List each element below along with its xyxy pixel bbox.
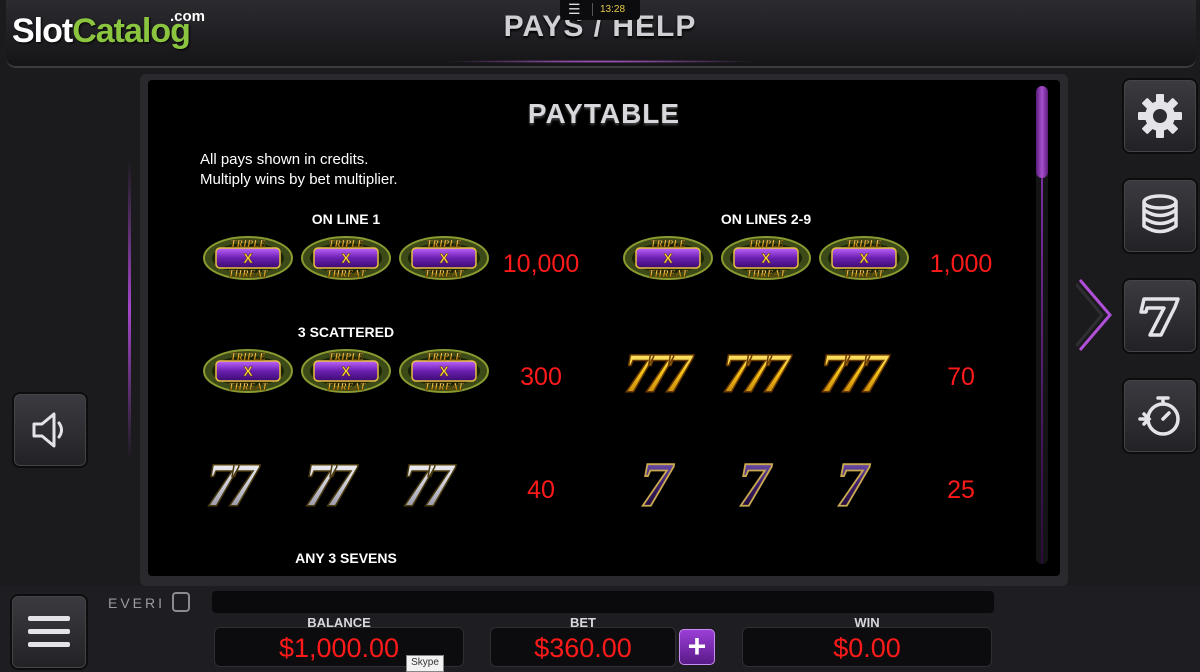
pay-value: 300 [520, 363, 562, 391]
bet-settings-button[interactable] [1122, 178, 1198, 254]
stopwatch-icon [1138, 396, 1180, 436]
paytable-title: PAYTABLE [527, 98, 681, 129]
scrollbar-line [1041, 178, 1043, 564]
purple-seven-symbol [737, 452, 774, 514]
active-tab-arrow-icon [1076, 279, 1112, 351]
system-topbar[interactable]: ☰ 13:28 [560, 0, 640, 20]
purple-seven-symbol [835, 452, 872, 514]
pay-value: 10,000 [502, 250, 580, 278]
left-accent-line [128, 160, 131, 460]
gold-triple-seven-symbol [623, 348, 695, 398]
main-menu-button[interactable] [10, 594, 88, 670]
gear-icon [1138, 94, 1182, 138]
everi-mark-icon [172, 592, 190, 612]
autoplay-button[interactable] [1122, 378, 1198, 454]
paytable-button[interactable] [1122, 278, 1198, 354]
coins-stack-icon [1142, 194, 1178, 234]
clock: 13:28 [600, 4, 626, 15]
intro-line-1: All pays shown in credits. [200, 151, 369, 168]
pay-value: 40 [527, 476, 555, 504]
intro-line-2: Multiply wins by bet multiplier. [200, 171, 398, 188]
label-any-3-sevens: ANY 3 SEVENS [295, 550, 397, 566]
paytable-panel: PAYTABLE All pays shown in credits. Mult… [148, 80, 1060, 576]
triple-threat-symbol [399, 236, 489, 281]
hamburger-icon [28, 629, 70, 634]
silver-double-seven-symbol [303, 454, 360, 514]
hamburger-icon [28, 642, 70, 647]
speaker-icon [32, 412, 63, 448]
paytable-intro: All pays shown in credits. Multiply wins… [200, 150, 398, 190]
purple-seven-symbol [639, 452, 676, 514]
header-glow [440, 60, 760, 63]
label-on-lines-2-9: ON LINES 2-9 [720, 211, 812, 227]
pay-value: 25 [947, 476, 975, 504]
pay-value: 1,000 [929, 250, 993, 278]
system-menu-icon[interactable]: ☰ [568, 1, 581, 18]
triple-threat-symbol [399, 349, 489, 394]
sound-button[interactable] [12, 392, 88, 468]
hamburger-icon [28, 616, 70, 621]
message-bar [212, 591, 994, 613]
gold-triple-seven-symbol [721, 348, 793, 398]
settings-button[interactable] [1122, 78, 1198, 154]
bet-increase-button[interactable]: + [679, 629, 715, 665]
triple-threat-symbol [301, 236, 391, 281]
triple-threat-symbol [203, 349, 293, 394]
topbar-divider [592, 3, 593, 16]
silver-double-seven-symbol [401, 454, 458, 514]
pay-value: 70 [947, 363, 975, 391]
triple-threat-symbol [819, 236, 909, 281]
triple-threat-symbol [301, 349, 391, 394]
everi-logo: EVERI [108, 595, 166, 611]
silver-double-seven-symbol [205, 454, 262, 514]
label-3-scattered: 3 SCATTERED [297, 324, 395, 340]
scrollbar-thumb[interactable] [1036, 86, 1048, 178]
triple-threat-symbol [623, 236, 713, 281]
seven-icon [1139, 297, 1180, 337]
bet-meter: $360.00 [490, 627, 676, 667]
gold-triple-seven-symbol [819, 348, 891, 398]
triple-threat-symbol [721, 236, 811, 281]
win-meter: $0.00 [742, 627, 992, 667]
skype-tooltip: Skype [406, 655, 444, 672]
triple-threat-symbol [203, 236, 293, 281]
label-on-line-1: ON LINE 1 [311, 211, 381, 227]
